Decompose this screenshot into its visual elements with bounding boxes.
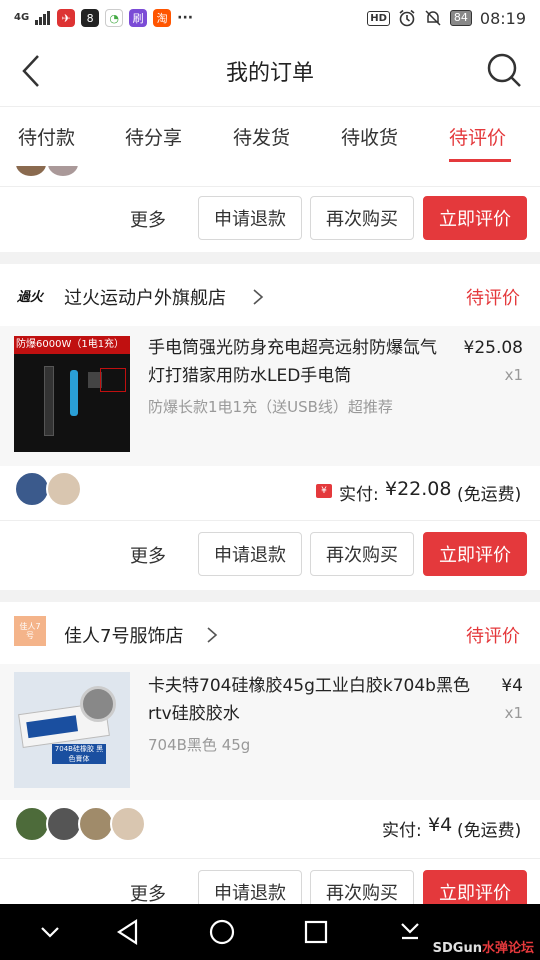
order-card-partial: 更多 申请退款 再次购买 立即评价: [0, 166, 540, 252]
rebuy-button[interactable]: 再次购买: [310, 870, 414, 904]
app-icon: ✈: [57, 9, 76, 27]
product-qty: x1: [504, 704, 523, 722]
more-button[interactable]: 更多: [130, 206, 166, 232]
cap-shape: [80, 686, 116, 722]
tube-label-shape: [26, 715, 78, 739]
product-qty: x1: [504, 366, 523, 384]
battery-icon: 84: [449, 10, 472, 26]
shipping-note: (免运费): [457, 821, 522, 841]
watermark-text: SDGun: [432, 941, 482, 956]
paid-amount: ¥4: [428, 814, 453, 836]
avatar: [46, 806, 82, 842]
avatar: [110, 806, 146, 842]
app-icon: ◔: [105, 9, 124, 27]
refund-button[interactable]: 申请退款: [198, 196, 302, 240]
header: 我的订单: [0, 36, 540, 106]
shop-logo[interactable]: 過火: [14, 280, 46, 310]
more-button[interactable]: 更多: [130, 542, 166, 568]
order-status: 待评价: [466, 288, 520, 309]
review-button[interactable]: 立即评价: [423, 196, 527, 240]
refund-button[interactable]: 申请退款: [198, 532, 302, 576]
hd-indicator: HD: [367, 10, 390, 26]
back-triangle-icon[interactable]: [112, 916, 144, 948]
more-button[interactable]: 更多: [130, 880, 166, 904]
alarm-icon: [399, 9, 415, 27]
order-tabs: 待付款 待分享 待发货 待收货 待评价: [0, 106, 540, 166]
product-name: 卡夫特704硅橡胶45g工业白胶k704b黑色rtv硅胶胶水: [148, 676, 470, 724]
product-row[interactable]: 防爆6000W（1电1充） 手电筒强光防身充电超亮远射防爆氙气灯打猎家用防水LE…: [0, 326, 540, 466]
shop-name[interactable]: 过火运动户外旗舰店: [64, 284, 226, 310]
order-status: 待评价: [466, 626, 520, 647]
tab-pending-share[interactable]: 待分享: [125, 123, 182, 150]
more-notifications-icon: ···: [177, 10, 194, 26]
avatar: [16, 166, 46, 176]
avatar: [46, 471, 82, 507]
search-icon[interactable]: [486, 52, 522, 88]
refund-button[interactable]: 申请退款: [198, 870, 302, 904]
active-tab-indicator: [449, 159, 511, 162]
chevron-right-icon[interactable]: [206, 626, 218, 644]
rebuy-button[interactable]: 再次购买: [310, 196, 414, 240]
page-title: 我的订单: [225, 61, 314, 86]
signal-icon: [35, 11, 51, 25]
mute-icon: [425, 10, 441, 26]
review-button[interactable]: 立即评价: [423, 870, 527, 904]
app-icon: 淘: [153, 9, 172, 27]
product-row[interactable]: 704B硅橡胶 黑色膏体 卡夫特704硅橡胶45g工业白胶k704b黑色rtv硅…: [0, 664, 540, 800]
tab-pending-payment[interactable]: 待付款: [18, 123, 75, 150]
app-icon: 刷: [129, 9, 148, 27]
divider: [0, 186, 540, 187]
tab-pending-review[interactable]: 待评价: [449, 123, 506, 150]
review-button[interactable]: 立即评价: [423, 532, 527, 576]
battery-shape: [70, 370, 78, 416]
avatar: [14, 471, 50, 507]
flashlight-shape: [44, 366, 54, 436]
shop-name[interactable]: 佳人7号服饰店: [64, 622, 183, 648]
notification-pull-icon[interactable]: [394, 916, 426, 948]
paid-amount: ¥22.08: [385, 478, 452, 500]
chevron-right-icon[interactable]: [252, 288, 264, 306]
watermark: SDGun水弹论坛: [433, 937, 534, 956]
product-image: 704B硅橡胶 黑色膏体: [14, 672, 130, 788]
paid-label: 实付:: [382, 821, 422, 841]
order-card: 過火 过火运动户外旗舰店 待评价 防爆6000W（1电1充） 手电筒强光防身充电…: [0, 264, 540, 590]
rebuy-button[interactable]: 再次购买: [310, 532, 414, 576]
shop-logo[interactable]: 佳人7号: [14, 616, 46, 646]
avatar: [78, 806, 114, 842]
product-name: 手电筒强光防身充电超亮远射防爆氙气灯打猎家用防水LED手电筒: [148, 338, 437, 386]
shipping-note: (免运费): [457, 485, 522, 505]
order-card: 佳人7号 佳人7号服饰店 待评价 704B硅橡胶 黑色膏体 卡夫特704硅橡胶4…: [0, 602, 540, 904]
paid-label: 实付:: [339, 485, 379, 505]
product-image: 防爆6000W（1电1充）: [14, 336, 130, 452]
avatar: [14, 806, 50, 842]
product-image-tag: 704B硅橡胶 黑色膏体: [52, 744, 106, 764]
avatar: [48, 166, 78, 176]
product-price: ¥25.08: [463, 338, 523, 358]
order-list: 更多 申请退款 再次购买 立即评价 過火 过火运动户外旗舰店 待评价 防爆600…: [0, 166, 540, 904]
product-sku: 防爆长款1电1充（送USB线）超推荐: [148, 398, 393, 416]
divider: [0, 520, 540, 521]
watermark-text-red: 水弹论坛: [481, 941, 534, 956]
home-circle-icon[interactable]: [206, 916, 238, 948]
payment-icon: ¥: [316, 484, 332, 498]
product-price: ¥4: [501, 676, 523, 696]
recents-square-icon[interactable]: [300, 916, 332, 948]
back-arrow-icon[interactable]: [18, 54, 48, 88]
status-bar: 4G ✈ 8 ◔ 刷 淘 ··· HD 84 08:19: [0, 0, 540, 36]
cable-shape: [100, 368, 126, 392]
chevron-down-icon[interactable]: [34, 916, 66, 948]
product-image-banner: 防爆6000W（1电1充）: [14, 336, 130, 354]
tab-pending-shipment[interactable]: 待发货: [233, 123, 290, 150]
divider: [0, 858, 540, 859]
app-icon: 8: [81, 9, 100, 27]
clock: 08:19: [479, 8, 526, 28]
product-sku: 704B黑色 45g: [148, 736, 251, 754]
signal-indicator: 4G: [14, 12, 30, 23]
tab-pending-receipt[interactable]: 待收货: [341, 123, 398, 150]
